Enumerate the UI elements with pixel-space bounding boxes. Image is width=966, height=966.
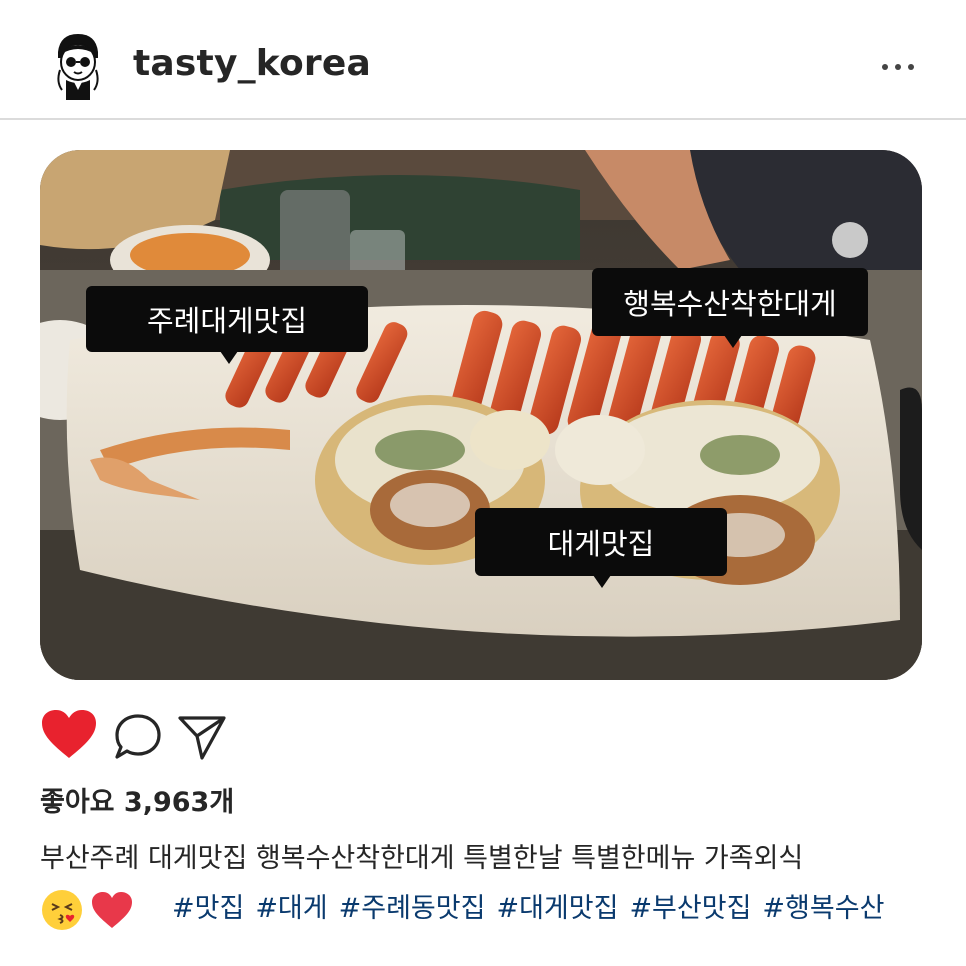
likes-count[interactable]: 좋아요 3,963개 [40, 780, 234, 819]
red-heart-emoji-icon [90, 890, 134, 934]
avatar[interactable] [50, 30, 106, 100]
post-header: tasty_korea [0, 0, 966, 120]
hashtag-link[interactable]: #주례동맛집 [339, 886, 486, 925]
hashtag-link[interactable]: #대게맛집 [496, 886, 618, 925]
hashtag-list: #맛집 #대게 #주례동맛집 #대게맛집 #부산맛집 #행복수산 [172, 886, 884, 925]
heart-icon[interactable] [40, 708, 98, 764]
more-options-icon[interactable] [882, 64, 914, 70]
action-bar [40, 708, 260, 764]
post-caption: 부산주례 대게맛집 행복수산착한대게 특별한날 특별한메뉴 가족외식 [40, 843, 804, 874]
hashtag-link[interactable]: #행복수산 [762, 886, 884, 925]
blowing-kiss-emoji-icon [40, 888, 84, 936]
photo-tag[interactable]: 행복수산착한대게 [592, 268, 868, 348]
comment-icon[interactable] [112, 712, 164, 766]
share-icon[interactable] [176, 712, 228, 766]
post-photo[interactable] [40, 150, 922, 680]
username[interactable]: tasty_korea [133, 43, 371, 84]
hashtag-link[interactable]: #부산맛집 [629, 886, 751, 925]
hashtag-link[interactable]: #대게 [255, 886, 327, 925]
photo-tag[interactable]: 대게맛집 [475, 508, 727, 588]
hashtag-link[interactable]: #맛집 [172, 886, 244, 925]
photo-tag[interactable]: 주례대게맛집 [86, 286, 368, 364]
caption-emojis [40, 884, 140, 934]
